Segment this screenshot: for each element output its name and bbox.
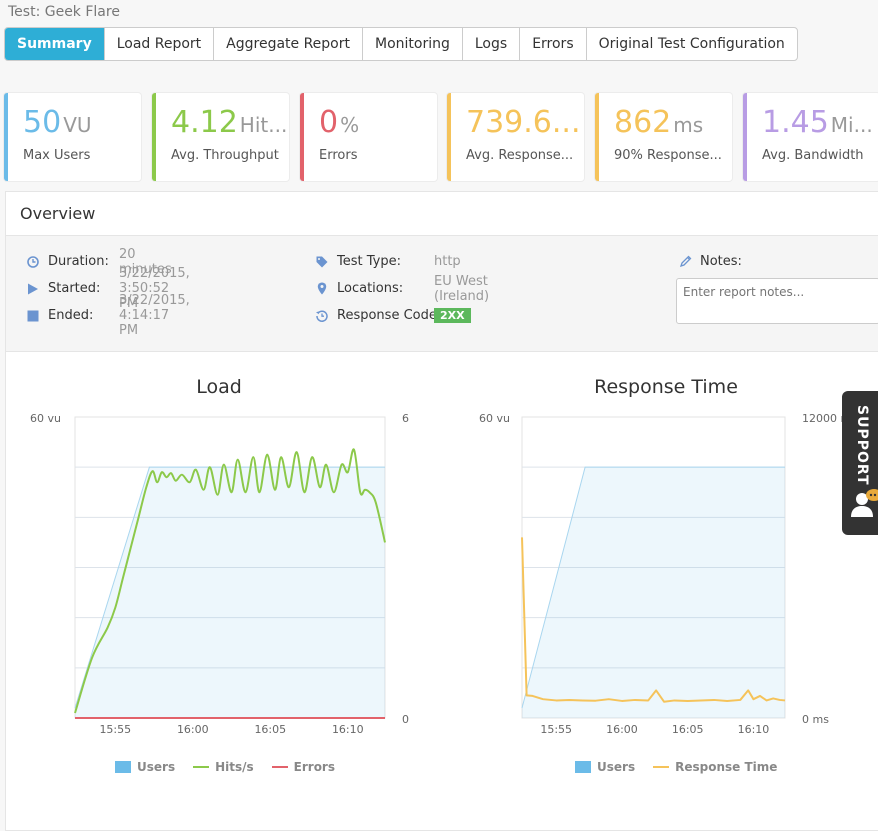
kpi-number: 4.12 [171,105,238,140]
kpi-value: 862 ms [614,105,703,140]
load-right-axis-top-label: 6 [402,412,409,425]
legend-swatch-response-time [653,766,670,768]
locations-row: Locations: EU West (Ireland) [315,274,489,304]
kpi-unit: VU [63,113,92,137]
legend-item-response-time[interactable]: Response Time [653,760,777,774]
legend-swatch-hits [193,766,210,768]
test-type-label: Test Type: [337,254,401,269]
kpi-number: 862 [614,105,672,140]
load-legend: Users Hits/s Errors [115,760,353,774]
overview-panel: Overview Duration: 20 minutes Started: 3… [5,191,878,831]
legend-label: Response Time [675,760,778,774]
tab-original-test-configuration[interactable]: Original Test Configuration [587,28,797,60]
locations-label: Locations: [337,281,404,296]
kpi-value: 0% [319,105,359,140]
kpi-label: Avg. Throughput [171,148,279,163]
kpi-label: Avg. Bandwidth [762,148,864,163]
load-chart-title: Load [196,376,242,398]
kpi-value: 50 VU [23,105,92,140]
legend-label: Users [597,760,636,774]
legend-label: Errors [293,760,335,774]
duration-label: Duration: [48,254,109,269]
kpi-unit: ms [673,113,704,137]
tab-aggregate-report[interactable]: Aggregate Report [214,28,363,60]
tab-monitoring[interactable]: Monitoring [363,28,463,60]
tab-errors[interactable]: Errors [520,28,587,60]
legend-label: Hits/s [215,760,254,774]
kpi-number: 50 [23,105,62,140]
kpi-unit: Hit... [239,113,288,137]
response-codes-row: Response Codes 2XX [315,308,471,323]
kpi-label: 90% Response... [614,148,722,163]
tag-icon [315,255,329,269]
report-notes-input[interactable] [676,278,878,324]
response-chart-title: Response Time [594,376,738,398]
tab-load-report[interactable]: Load Report [105,28,215,60]
notes-row: Notes: [678,254,742,269]
report-tabs: Summary Load Report Aggregate Report Mon… [4,27,798,61]
legend-swatch-users [115,761,131,773]
ended-label: Ended: [48,308,94,323]
legend-swatch-users [575,761,591,773]
notes-label: Notes: [700,254,742,269]
load-right-axis-bottom-label: 0 [402,713,409,726]
kpi-unit: Mi... [830,113,873,137]
load-left-axis-top-label: 60 vu [30,412,61,425]
duration-row: Duration: 20 minutes [26,247,172,277]
legend-label: Users [137,760,176,774]
kpi-label: Max Users [23,148,91,163]
tab-logs[interactable]: Logs [463,28,521,60]
overview-title: Overview [6,192,878,236]
kpi-card-avg-throughput: 4.12 Hit... Avg. Throughput [152,93,289,181]
kpi-value: 739.6... [466,105,583,140]
play-icon [26,282,40,296]
kpi-card-90-response: 862 ms 90% Response... [595,93,732,181]
kpi-card-avg-response: 739.6... Avg. Response... [447,93,584,181]
kpi-card-errors: 0% Errors [300,93,437,181]
test-type-value: http [434,254,461,269]
legend-item-hits[interactable]: Hits/s [193,760,254,774]
kpi-unit: % [340,113,360,137]
response-right-axis-bottom-label: 0 ms [802,713,829,726]
locations-value: EU West (Ireland) [434,273,490,304]
legend-item-users[interactable]: Users [575,760,635,774]
test-type-row: Test Type: http [315,254,461,269]
tab-summary[interactable]: Summary [5,28,105,60]
legend-item-users[interactable]: Users [115,760,175,774]
kpi-value: 4.12 Hit... [171,105,287,140]
ended-value: 3/22/2015, 4:14:17 PM [119,293,190,338]
kpi-number: 1.45 [762,105,829,140]
map-pin-icon [315,282,329,296]
started-row: Started: 3/22/2015, 3:50:52 PM [26,266,190,311]
kpi-label: Avg. Response... [466,148,574,163]
support-agent-icon [851,489,878,517]
response-left-axis-top-label: 60 vu [479,412,510,425]
started-label: Started: [48,281,101,296]
stop-icon [26,309,40,323]
history-icon [315,309,329,323]
ended-row: Ended: 3/22/2015, 4:14:17 PM [26,293,190,338]
test-title: Test: Geek Flare [8,4,120,20]
legend-swatch-errors [271,766,288,768]
kpi-card-avg-bandwidth: 1.45 Mi... Avg. Bandwidth [743,93,878,181]
response-legend: Users Response Time [575,760,795,774]
kpi-card-max-users: 50 VU Max Users [4,93,141,181]
legend-item-errors[interactable]: Errors [271,760,335,774]
kpi-number: 739.6... [466,105,581,140]
support-label: SUPPORT [854,405,870,486]
kpi-label: Errors [319,148,358,163]
kpi-number: 0 [319,105,339,140]
response-code-badge: 2XX [434,308,471,323]
support-tab[interactable]: SUPPORT [842,391,878,535]
clock-icon [26,255,40,269]
kpi-value: 1.45 Mi... [762,105,873,140]
response-codes-label: Response Codes [337,308,434,323]
pencil-icon [678,255,692,269]
